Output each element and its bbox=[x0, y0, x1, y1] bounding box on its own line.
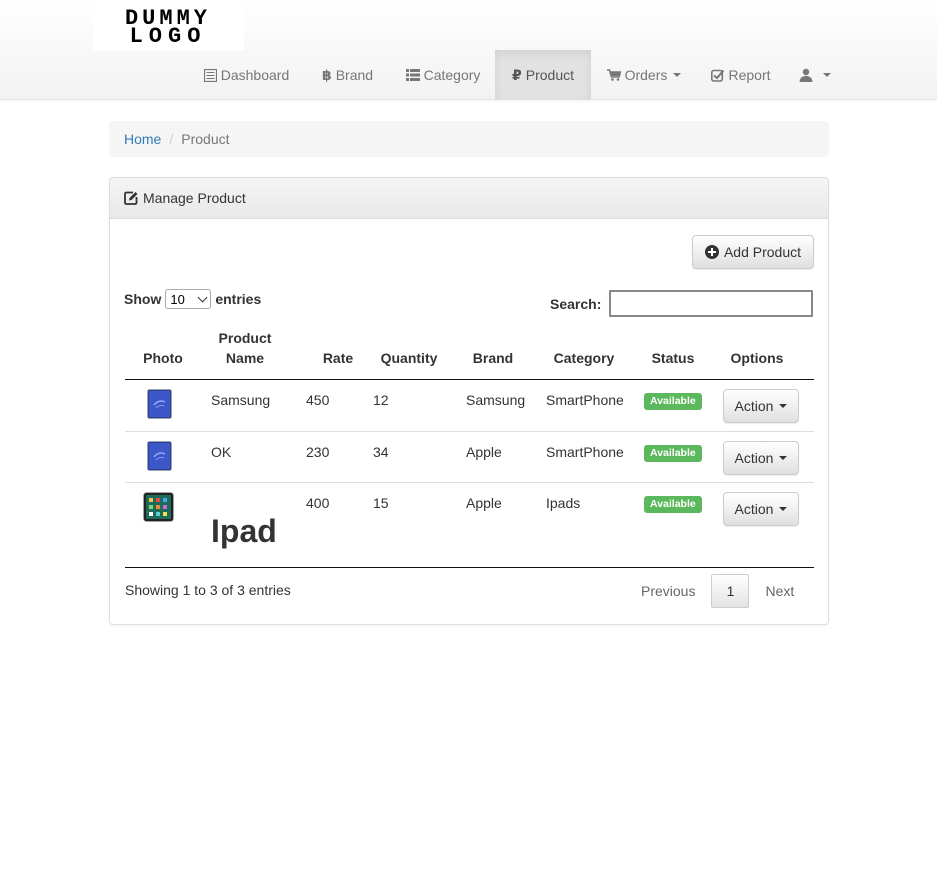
search-label: Search: bbox=[550, 295, 602, 312]
nav-brand-label: Brand bbox=[335, 67, 374, 83]
th-list-icon bbox=[405, 69, 420, 81]
action-button[interactable]: Action bbox=[723, 441, 799, 475]
add-product-button[interactable]: Add Product bbox=[692, 235, 814, 269]
col-product-name[interactable]: Product Name bbox=[211, 328, 279, 368]
action-label: Action bbox=[734, 450, 774, 466]
breadcrumb: Home / Product bbox=[109, 121, 829, 157]
chevron-down-icon bbox=[673, 73, 682, 77]
plus-circle-icon bbox=[704, 245, 719, 259]
breadcrumb-separator: / bbox=[169, 131, 174, 147]
col-options[interactable]: Options bbox=[729, 348, 785, 368]
table-row: Samsung 450 12 Samsung SmartPhone Availa… bbox=[125, 380, 814, 432]
nav-orders-label: Orders bbox=[624, 67, 668, 83]
main-nav: Dashboard ฿ Brand Category ₽ Product Ord… bbox=[0, 50, 937, 100]
panel-title: Manage Product bbox=[143, 190, 246, 206]
action-label: Action bbox=[734, 398, 774, 414]
entries-label: entries bbox=[215, 291, 262, 307]
add-product-label: Add Product bbox=[723, 244, 802, 260]
status-badge: Available bbox=[644, 393, 702, 410]
product-quantity: 15 bbox=[373, 495, 389, 511]
product-category: Ipads bbox=[546, 495, 581, 511]
chevron-down-icon bbox=[779, 404, 788, 408]
product-brand: Apple bbox=[466, 495, 502, 511]
product-photo bbox=[143, 492, 174, 525]
col-product-name-line2: Name bbox=[225, 350, 265, 366]
search-input[interactable] bbox=[609, 290, 814, 317]
action-label: Action bbox=[734, 501, 774, 517]
pagination-previous[interactable]: Previous bbox=[629, 583, 707, 599]
status-badge: Available bbox=[644, 496, 702, 513]
col-product-name-line1: Product bbox=[218, 330, 272, 346]
action-button[interactable]: Action bbox=[723, 492, 799, 526]
nav-product-label: Product bbox=[525, 67, 574, 83]
product-table: Photo Product Name Rate Quantity Brand C… bbox=[125, 324, 814, 568]
col-photo[interactable]: Photo bbox=[142, 348, 184, 368]
table-row: Ipad 400 15 Apple Ipads Available Action bbox=[125, 483, 814, 568]
product-brand: Samsung bbox=[466, 392, 526, 408]
logo-line-2: LOGO bbox=[130, 24, 207, 49]
check-icon bbox=[711, 69, 725, 82]
bitcoin-icon: ฿ bbox=[321, 66, 332, 83]
breadcrumb-current: Product bbox=[181, 131, 230, 147]
pagination: Previous 1 Next bbox=[629, 574, 806, 608]
product-name: OK bbox=[211, 444, 232, 460]
product-category: SmartPhone bbox=[546, 444, 624, 460]
nav-orders[interactable]: Orders bbox=[599, 50, 689, 100]
product-rate: 450 bbox=[306, 392, 330, 408]
breadcrumb-home[interactable]: Home bbox=[124, 131, 161, 147]
col-rate[interactable]: Rate bbox=[311, 348, 365, 368]
status-badge: Available bbox=[644, 445, 702, 462]
product-photo bbox=[147, 441, 172, 474]
page-length-value: 10 bbox=[170, 291, 185, 307]
dummy-logo-image: DUMMY LOGO bbox=[125, 6, 207, 49]
chevron-down-icon bbox=[822, 73, 831, 77]
col-status[interactable]: Status bbox=[649, 348, 697, 368]
nav-report-label: Report bbox=[728, 67, 771, 83]
ruble-icon: ₽ bbox=[512, 66, 522, 83]
product-rate: 230 bbox=[306, 444, 330, 460]
nav-category[interactable]: Category bbox=[398, 50, 488, 100]
nav-dashboard[interactable]: Dashboard bbox=[196, 50, 297, 100]
search-control: Search: bbox=[550, 290, 814, 317]
user-icon bbox=[799, 68, 813, 82]
nav-user-menu[interactable] bbox=[792, 50, 837, 100]
col-category[interactable]: Category bbox=[551, 348, 617, 368]
pagination-next[interactable]: Next bbox=[753, 583, 806, 599]
nav-report[interactable]: Report bbox=[704, 50, 778, 100]
manage-product-panel: Manage Product Add Product Show 10 entri… bbox=[109, 177, 829, 625]
page-length-control: Show 10 entries bbox=[124, 289, 261, 309]
page-length-select[interactable]: 10 bbox=[165, 289, 212, 309]
nav-product[interactable]: ₽ Product bbox=[495, 50, 591, 100]
col-brand[interactable]: Brand bbox=[471, 348, 515, 368]
chevron-down-icon bbox=[779, 456, 788, 460]
product-photo bbox=[147, 389, 172, 422]
list-alt-icon bbox=[203, 68, 217, 82]
table-header: Photo Product Name Rate Quantity Brand C… bbox=[125, 324, 814, 380]
panel-heading: Manage Product bbox=[110, 178, 828, 219]
product-brand: Apple bbox=[466, 444, 502, 460]
table-info: Showing 1 to 3 of 3 entries bbox=[125, 582, 291, 598]
nav-brand[interactable]: ฿ Brand bbox=[311, 50, 384, 100]
navbar: DUMMY LOGO Dashboard ฿ Brand Category ₽ … bbox=[0, 0, 937, 100]
chevron-down-icon bbox=[779, 507, 788, 511]
shopping-cart-icon bbox=[606, 69, 621, 81]
action-button[interactable]: Action bbox=[723, 389, 799, 423]
pagination-page-1[interactable]: 1 bbox=[711, 574, 750, 608]
product-name: Ipad bbox=[211, 513, 277, 549]
product-quantity: 34 bbox=[373, 444, 389, 460]
product-rate: 400 bbox=[306, 495, 330, 511]
edit-icon bbox=[124, 191, 138, 205]
chevron-down-icon bbox=[197, 292, 208, 302]
logo[interactable]: DUMMY LOGO bbox=[93, 0, 244, 50]
product-quantity: 12 bbox=[373, 392, 389, 408]
product-name: Samsung bbox=[211, 392, 271, 408]
show-label: Show bbox=[124, 291, 162, 307]
product-category: SmartPhone bbox=[546, 392, 624, 408]
nav-dashboard-label: Dashboard bbox=[220, 67, 290, 83]
table-row: OK 230 34 Apple SmartPhone Available Act… bbox=[125, 432, 814, 483]
nav-category-label: Category bbox=[423, 67, 481, 83]
col-quantity[interactable]: Quantity bbox=[378, 348, 440, 368]
